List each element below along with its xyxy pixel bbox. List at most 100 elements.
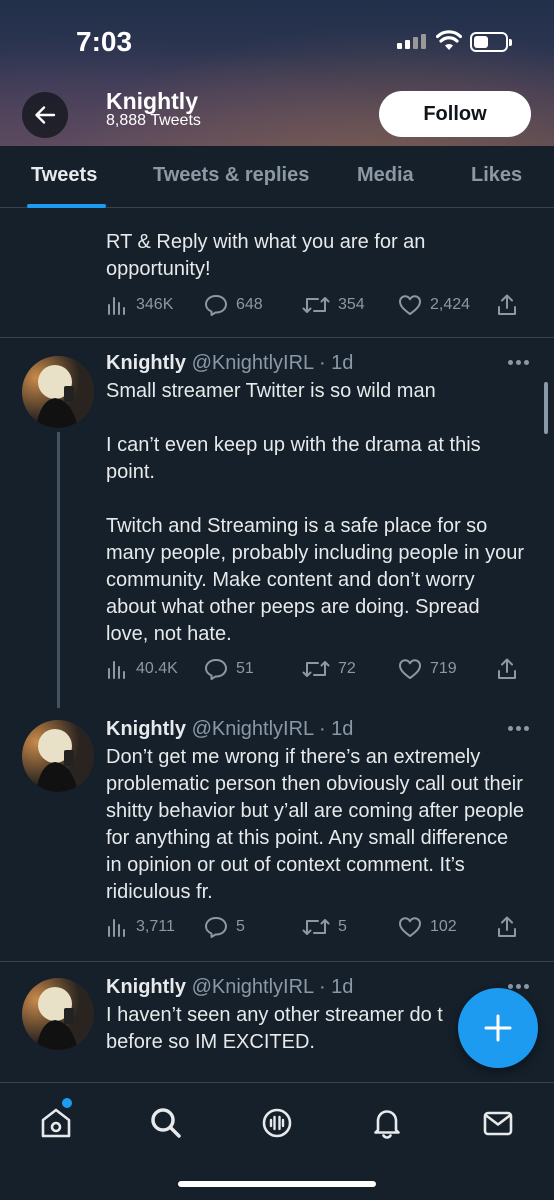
reply-action[interactable]: 5 xyxy=(204,916,245,938)
profile-name: Knightly xyxy=(106,88,198,114)
tab-media[interactable]: Media xyxy=(357,164,414,187)
messages-icon xyxy=(483,1111,513,1136)
retweet-icon xyxy=(302,919,330,935)
author-name[interactable]: Knightly xyxy=(106,976,186,998)
tweet-count: 8,888 Tweets xyxy=(106,112,201,129)
tweet-time: · 1d xyxy=(318,352,354,374)
tweet-header: Knightly @KnightlyIRL · 1d xyxy=(106,718,353,741)
tweet-item[interactable]: RT & Reply with what you are for an oppo… xyxy=(0,208,554,338)
nav-spaces[interactable] xyxy=(257,1103,297,1143)
tweet-actions: 40.4K 51 72 719 xyxy=(106,658,526,686)
author-name[interactable]: Knightly xyxy=(106,352,186,374)
arrow-left-icon xyxy=(35,106,56,124)
tweet-time: · 1d xyxy=(318,976,354,998)
search-icon xyxy=(151,1108,181,1138)
tweet-item[interactable]: Knightly @KnightlyIRL · 1d Small streame… xyxy=(0,338,554,708)
avatar-image xyxy=(22,978,94,1050)
share-action[interactable] xyxy=(496,294,518,316)
avatar[interactable] xyxy=(22,720,94,792)
retweet-action[interactable]: 354 xyxy=(302,294,365,316)
compose-tweet-button[interactable] xyxy=(458,988,538,1068)
cellular-signal-icon xyxy=(397,34,426,49)
scroll-indicator[interactable] xyxy=(544,382,548,434)
home-icon xyxy=(41,1108,71,1138)
reply-action[interactable]: 51 xyxy=(204,658,254,680)
nav-search[interactable] xyxy=(146,1103,186,1143)
tab-tweets-replies[interactable]: Tweets & replies xyxy=(153,164,309,187)
nav-home[interactable] xyxy=(36,1103,76,1143)
like-count: 2,424 xyxy=(430,296,471,313)
share-action[interactable] xyxy=(496,658,518,680)
plus-icon xyxy=(484,1014,512,1042)
reply-bubble-icon xyxy=(205,659,227,680)
avatar-image xyxy=(22,720,94,792)
share-icon xyxy=(498,916,516,937)
tweet-header: Knightly @KnightlyIRL · 1d xyxy=(106,976,353,999)
tab-likes[interactable]: Likes xyxy=(471,164,522,187)
follow-button[interactable]: Follow xyxy=(379,91,531,137)
tweet-item[interactable]: Knightly @KnightlyIRL · 1d Don’t get me … xyxy=(0,708,554,962)
avatar[interactable] xyxy=(22,356,94,428)
more-dots-icon[interactable] xyxy=(508,726,530,732)
avatar-image xyxy=(22,356,94,428)
reply-bubble-icon xyxy=(205,917,227,938)
status-time: 7:03 xyxy=(76,26,133,57)
retweet-count: 5 xyxy=(338,918,347,935)
views-action[interactable]: 346K xyxy=(106,294,173,316)
status-bar: 7:03 xyxy=(0,0,554,80)
tweet-header: Knightly @KnightlyIRL · 1d xyxy=(106,352,353,375)
more-dots-icon[interactable] xyxy=(508,360,530,366)
share-icon xyxy=(498,658,516,679)
retweet-action[interactable]: 72 xyxy=(302,658,356,680)
analytics-icon xyxy=(108,297,125,315)
notification-dot xyxy=(62,1098,72,1108)
like-count: 719 xyxy=(430,660,457,677)
retweet-icon xyxy=(302,661,330,677)
heart-icon xyxy=(399,659,421,679)
heart-icon xyxy=(399,295,421,315)
author-handle[interactable]: @KnightlyIRL xyxy=(192,976,314,998)
home-indicator[interactable] xyxy=(178,1181,376,1187)
reply-count: 51 xyxy=(236,660,254,677)
retweet-action[interactable]: 5 xyxy=(302,916,347,938)
tweet-text: RT & Reply with what you are for an oppo… xyxy=(106,231,426,280)
author-handle[interactable]: @KnightlyIRL xyxy=(192,718,314,740)
like-action[interactable]: 102 xyxy=(398,916,457,938)
author-name[interactable]: Knightly xyxy=(106,718,186,740)
reply-count: 5 xyxy=(236,918,245,935)
tweet-time: · 1d xyxy=(318,718,354,740)
profile-tabs: Tweets Tweets & replies Media Likes xyxy=(0,146,554,208)
wifi-icon xyxy=(436,30,462,50)
nav-messages[interactable] xyxy=(478,1103,518,1143)
retweet-count: 354 xyxy=(338,296,365,313)
thread-line xyxy=(57,432,60,708)
tweet-actions: 346K 648 354 2,424 xyxy=(106,294,526,322)
analytics-icon xyxy=(108,661,125,679)
reply-action[interactable]: 648 xyxy=(204,294,263,316)
like-action[interactable]: 719 xyxy=(398,658,457,680)
retweet-icon xyxy=(302,297,330,313)
tweet-actions: 3,711 5 5 102 xyxy=(106,916,526,944)
share-action[interactable] xyxy=(496,916,518,938)
views-action[interactable]: 40.4K xyxy=(106,658,178,680)
more-dots-icon[interactable] xyxy=(508,984,530,990)
back-button[interactable] xyxy=(22,92,68,138)
profile-banner: 7:03 Knightly 8,888 Tweets Follow xyxy=(0,0,554,146)
views-count: 40.4K xyxy=(136,660,178,677)
views-count: 3,711 xyxy=(136,918,175,935)
reply-bubble-icon xyxy=(205,295,227,316)
views-count: 346K xyxy=(136,296,174,313)
nav-notifications[interactable] xyxy=(367,1103,407,1143)
analytics-icon xyxy=(108,919,125,937)
like-action[interactable]: 2,424 xyxy=(398,294,470,316)
author-handle[interactable]: @KnightlyIRL xyxy=(192,352,314,374)
reply-count: 648 xyxy=(236,296,263,313)
tab-tweets[interactable]: Tweets xyxy=(31,164,97,187)
share-icon xyxy=(498,294,516,315)
tweet-text: Small streamer Twitter is so wild man I … xyxy=(106,380,525,645)
like-count: 102 xyxy=(430,918,457,935)
avatar[interactable] xyxy=(22,978,94,1050)
views-action[interactable]: 3,711 xyxy=(106,916,175,938)
spaces-icon xyxy=(262,1108,292,1138)
retweet-count: 72 xyxy=(338,660,356,677)
